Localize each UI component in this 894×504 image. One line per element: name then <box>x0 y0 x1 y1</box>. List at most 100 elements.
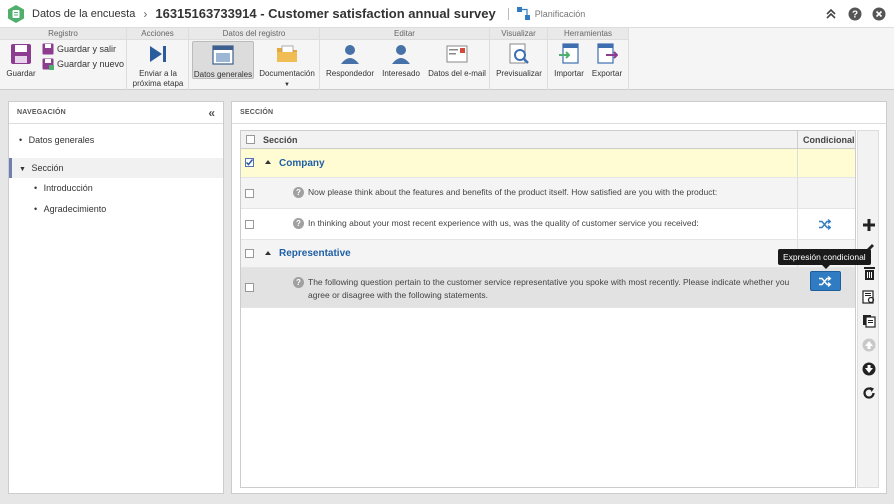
breadcrumb[interactable]: Datos de la encuesta <box>32 8 135 20</box>
nav-item-label: Sección <box>31 163 64 173</box>
nav-item-label: Agradecimiento <box>43 204 107 214</box>
nav-item-introduction[interactable]: • Introducción <box>34 183 93 193</box>
collapse-triangle-icon[interactable] <box>265 160 271 164</box>
table-row[interactable]: ? Now please think about the features an… <box>241 178 855 209</box>
email-data-button[interactable]: Datos del e-mail <box>426 42 488 79</box>
help-icon[interactable]: ? <box>847 6 862 21</box>
navigation-panel: NAVEGACIÓN « • Datos generales ▼ Sección… <box>8 101 224 494</box>
import-button[interactable]: Importar <box>552 42 586 79</box>
ribbon-group-acciones: Acciones Enviar a la próxima etapa <box>127 28 189 90</box>
question-icon: ? <box>293 277 304 288</box>
nav-item-thanks[interactable]: • Agradecimiento <box>34 204 106 214</box>
dropdown-arrow-icon: ▼ <box>284 82 290 88</box>
interested-button[interactable]: Interesado <box>380 42 422 79</box>
row-checkbox[interactable] <box>245 189 254 198</box>
section-title: Company <box>279 158 325 169</box>
column-divider <box>797 149 798 177</box>
bullet-icon: • <box>34 204 38 214</box>
general-data-label: Datos generales <box>193 70 253 79</box>
copy-icon[interactable] <box>861 313 877 329</box>
row-checkbox[interactable] <box>245 283 254 292</box>
column-divider <box>797 178 798 208</box>
page-title: 16315163733914 - Customer satisfaction a… <box>155 6 496 21</box>
side-toolbar <box>857 130 879 488</box>
bullet-icon: • <box>34 183 38 193</box>
section-panel: SECCIÓN Sección Condicional Company ? No… <box>231 101 887 494</box>
send-next-stage-button[interactable]: Enviar a la próxima etapa <box>131 42 185 89</box>
respondent-label: Respondedor <box>325 69 375 78</box>
ribbon-group-editar: Editar Respondedor Interesado Datos del … <box>320 28 490 90</box>
section-title: Representative <box>279 248 351 259</box>
tooltip-arrow <box>822 265 830 269</box>
column-header-section: Sección <box>263 135 298 145</box>
save-and-exit-label: Guardar y salir <box>57 44 117 54</box>
question-text-line2: agree or disagree with the following sta… <box>308 290 489 300</box>
planning-link[interactable]: Planificación <box>535 9 586 19</box>
question-icon: ? <box>293 187 304 198</box>
collapse-panel-icon[interactable]: « <box>208 106 215 120</box>
question-text: Now please think about the features and … <box>308 187 718 197</box>
export-button[interactable]: Exportar <box>589 42 625 79</box>
row-checkbox[interactable] <box>245 220 254 229</box>
section-panel-title: SECCIÓN <box>232 102 886 124</box>
save-icon <box>9 42 33 66</box>
save-and-new-label: Guardar y nuevo <box>57 59 125 69</box>
delete-icon[interactable] <box>861 265 877 281</box>
collapse-triangle-icon[interactable] <box>265 251 271 255</box>
add-icon[interactable] <box>861 217 877 233</box>
preview-label: Previsualizar <box>496 69 542 78</box>
ribbon-group-visualizar: Visualizar Previsualizar <box>490 28 548 90</box>
documentation-button[interactable]: Documentación ▼ <box>257 42 317 90</box>
breadcrumb-separator-icon: › <box>143 6 148 21</box>
next-stage-icon <box>146 42 170 66</box>
table-row[interactable]: ? The following question pertain to the … <box>241 268 855 308</box>
move-up-icon[interactable] <box>861 337 877 353</box>
general-data-button[interactable]: Datos generales <box>192 41 254 79</box>
move-down-icon[interactable] <box>861 361 877 377</box>
general-data-icon <box>211 43 235 67</box>
table-row[interactable]: Company <box>241 149 855 178</box>
save-new-icon <box>42 58 54 70</box>
grid-header: Sección Condicional <box>241 131 855 149</box>
save-and-exit-button[interactable]: Guardar y salir <box>42 43 116 55</box>
expanded-arrow-icon: ▼ <box>19 166 26 173</box>
nav-item-general-data[interactable]: • Datos generales <box>19 135 94 145</box>
navigation-title: NAVEGACIÓN <box>9 102 223 124</box>
ribbon-group-herramientas: Herramientas Importar Exportar <box>548 28 629 90</box>
interested-icon <box>389 42 413 66</box>
view-document-icon[interactable] <box>861 289 877 305</box>
question-text: In thinking about your most recent exper… <box>308 218 699 228</box>
import-icon <box>557 42 581 66</box>
interested-label: Interesado <box>382 69 420 78</box>
respondent-icon <box>338 42 362 66</box>
save-button[interactable]: Guardar <box>4 42 38 79</box>
column-divider <box>797 209 798 239</box>
ribbon-group-title: Visualizar <box>490 28 547 40</box>
export-icon <box>595 42 619 66</box>
collapse-up-icon[interactable] <box>823 6 838 21</box>
save-and-new-button[interactable]: Guardar y nuevo <box>42 58 124 70</box>
bullet-icon: • <box>19 135 23 145</box>
conditional-expression-button[interactable] <box>810 271 841 291</box>
send-label-line1: Enviar a la <box>139 69 177 78</box>
select-all-checkbox[interactable] <box>246 135 255 144</box>
refresh-icon[interactable] <box>861 385 877 401</box>
respondent-button[interactable]: Respondedor <box>324 42 376 79</box>
question-text: The following question pertain to the cu… <box>308 276 798 302</box>
planning-icon[interactable] <box>516 7 530 20</box>
table-row[interactable]: ? In thinking about your most recent exp… <box>241 209 855 240</box>
row-checkbox[interactable] <box>245 249 254 258</box>
save-exit-icon <box>42 43 54 55</box>
conditional-shuffle-icon[interactable] <box>819 219 831 230</box>
ribbon-group-datos-registro: Datos del registro Datos generales Docum… <box>189 28 320 90</box>
import-label: Importar <box>554 69 584 78</box>
row-checkbox[interactable] <box>245 158 254 167</box>
ribbon-toolbar: Registro Guardar Guardar y salir Guardar… <box>0 28 894 90</box>
folder-icon <box>275 42 299 66</box>
ribbon-group-registro: Registro Guardar Guardar y salir Guardar… <box>0 28 127 90</box>
nav-item-section[interactable]: ▼ Sección <box>9 158 223 178</box>
divider <box>507 7 509 20</box>
close-icon[interactable] <box>871 6 886 21</box>
preview-button[interactable]: Previsualizar <box>493 42 545 79</box>
table-row[interactable]: Representative <box>241 240 855 268</box>
